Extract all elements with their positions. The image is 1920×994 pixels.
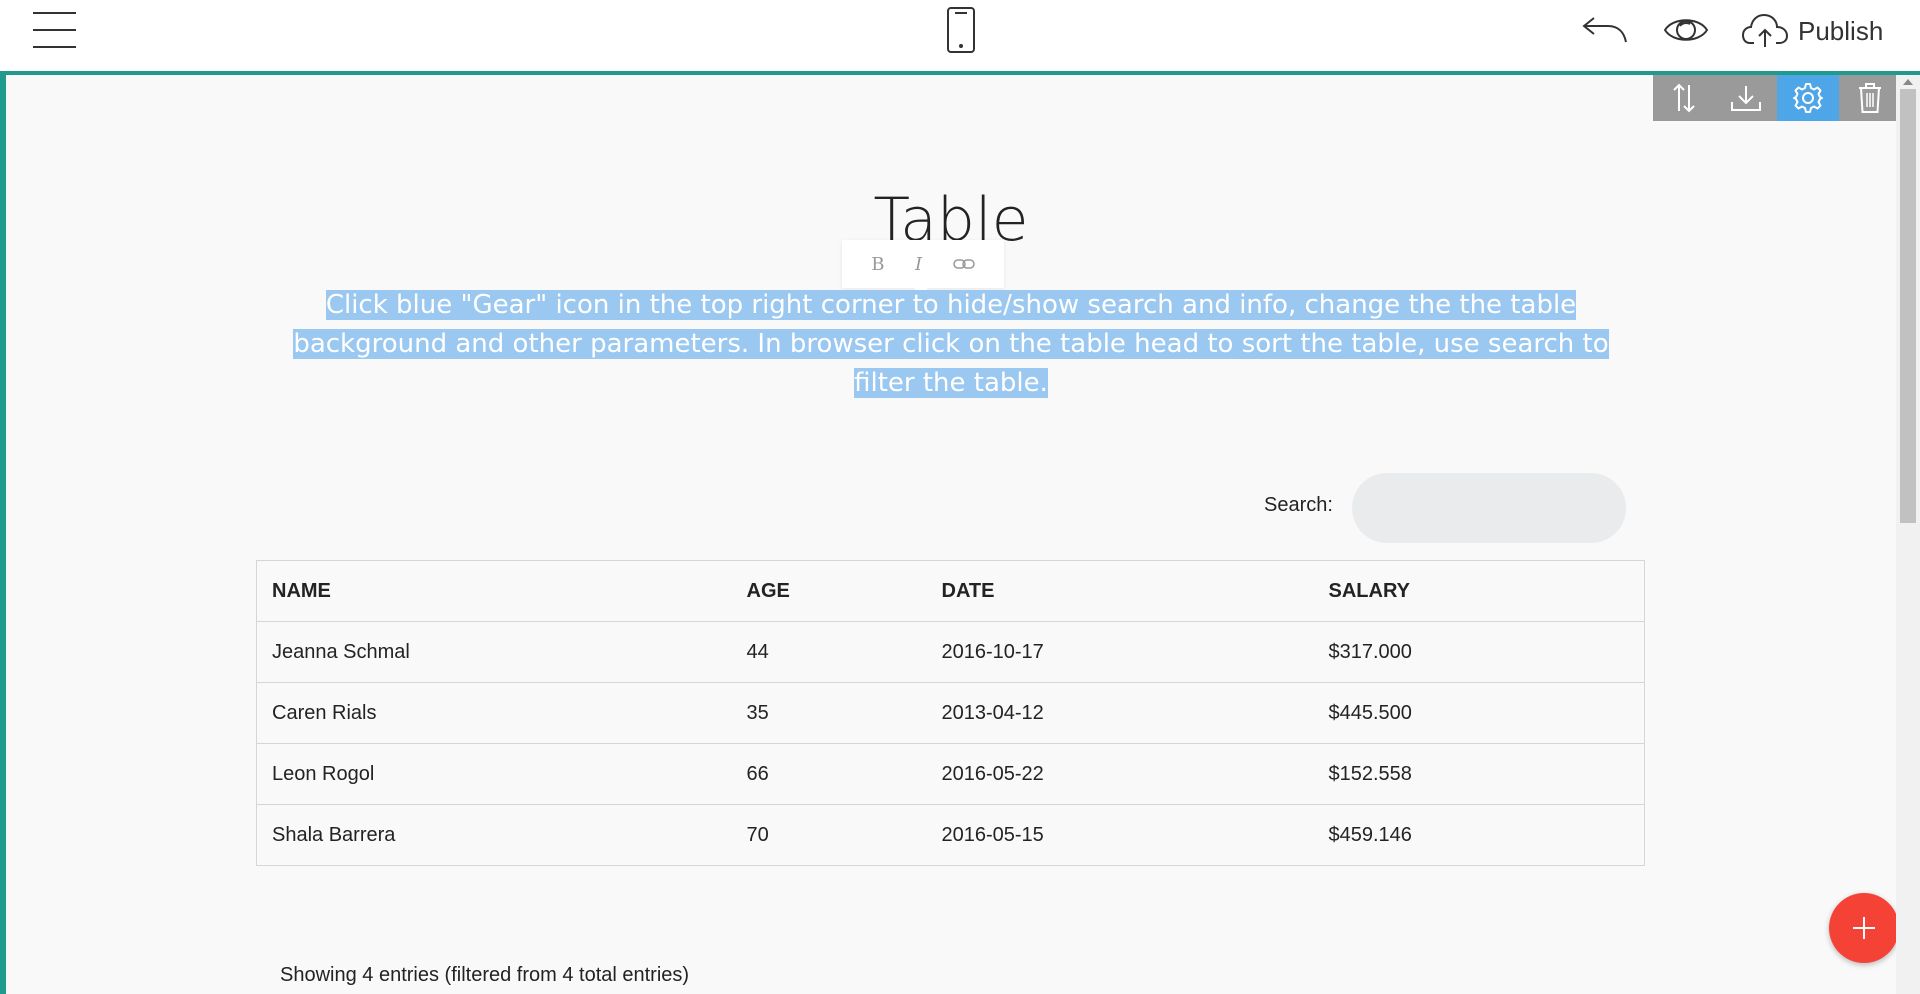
- column-header-age[interactable]: AGE: [731, 560, 927, 622]
- column-header-salary[interactable]: SALARY: [1313, 560, 1645, 622]
- editor-canvas: Table B I Click blue "Gear" icon in the …: [0, 75, 1920, 994]
- section-subtitle[interactable]: Click blue "Gear" icon in the top right …: [268, 286, 1634, 403]
- add-block-button[interactable]: [1829, 893, 1899, 963]
- cell-age: 70: [731, 804, 927, 866]
- scrollbar-thumb[interactable]: [1900, 89, 1916, 523]
- data-table: NAME AGE DATE SALARY Jeanna Schmal 44 20…: [256, 560, 1645, 866]
- undo-icon[interactable]: [1580, 12, 1628, 44]
- cell-salary: $459.146: [1313, 804, 1645, 866]
- cloud-upload-icon: [1742, 13, 1788, 47]
- gear-icon[interactable]: [1777, 75, 1839, 121]
- italic-button[interactable]: I: [915, 254, 922, 275]
- cell-date: 2016-05-22: [926, 743, 1314, 805]
- vertical-scrollbar[interactable]: [1896, 75, 1920, 994]
- cell-salary: $152.558: [1313, 743, 1645, 805]
- search-input[interactable]: [1352, 473, 1626, 543]
- cell-age: 35: [731, 682, 927, 744]
- table-header-row: NAME AGE DATE SALARY: [256, 560, 1645, 622]
- table-row: Jeanna Schmal 44 2016-10-17 $317.000: [256, 621, 1645, 683]
- cell-age: 66: [731, 743, 927, 805]
- plus-icon: [1853, 917, 1875, 939]
- cell-date: 2016-10-17: [926, 621, 1314, 683]
- text-format-toolbar: B I: [842, 240, 1004, 295]
- bold-button[interactable]: B: [871, 254, 884, 275]
- cell-salary: $445.500: [1313, 682, 1645, 744]
- mobile-phone-icon[interactable]: [947, 7, 975, 53]
- top-toolbar: Publish: [0, 0, 1920, 75]
- column-header-date[interactable]: DATE: [926, 560, 1314, 622]
- entries-info: Showing 4 entries (filtered from 4 total…: [280, 964, 690, 986]
- cell-age: 44: [731, 621, 927, 683]
- publish-label: Publish: [1798, 15, 1884, 46]
- cell-salary: $317.000: [1313, 621, 1645, 683]
- cell-date: 2013-04-12: [926, 682, 1314, 744]
- hamburger-menu-icon[interactable]: [30, 12, 78, 48]
- table-row: Caren Rials 35 2013-04-12 $445.500: [256, 682, 1645, 744]
- link-icon[interactable]: [952, 257, 975, 271]
- selected-subtitle-text[interactable]: Click blue "Gear" icon in the top right …: [293, 290, 1609, 398]
- table-row: Leon Rogol 66 2016-05-22 $152.558: [256, 743, 1645, 805]
- block-tools: [1653, 75, 1901, 121]
- cell-date: 2016-05-15: [926, 804, 1314, 866]
- column-header-name[interactable]: NAME: [256, 560, 732, 622]
- publish-button[interactable]: Publish: [1742, 10, 1883, 52]
- cell-name: Shala Barrera: [256, 804, 732, 866]
- table-section: Table B I Click blue "Gear" icon in the …: [6, 75, 1901, 994]
- cell-name: Jeanna Schmal: [256, 621, 732, 683]
- scroll-up-arrow[interactable]: [1903, 79, 1913, 85]
- cell-name: Leon Rogol: [256, 743, 732, 805]
- search-label: Search:: [1264, 494, 1333, 516]
- trash-icon[interactable]: [1839, 75, 1901, 121]
- eye-icon[interactable]: [1663, 14, 1709, 46]
- download-icon[interactable]: [1715, 75, 1777, 121]
- table-row: Shala Barrera 70 2016-05-15 $459.146: [256, 804, 1645, 866]
- sort-arrows-icon[interactable]: [1653, 75, 1715, 121]
- cell-name: Caren Rials: [256, 682, 732, 744]
